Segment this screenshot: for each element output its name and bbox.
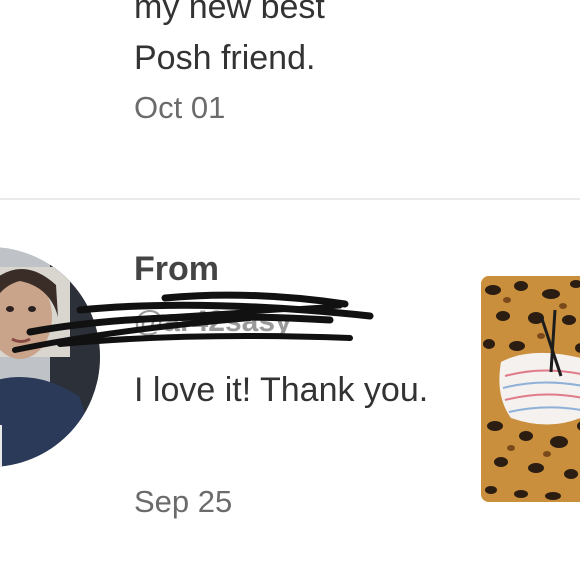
message-date: Sep 25	[134, 484, 233, 519]
messages-screen: my new best Posh friend. Oct 01 From @ar…	[0, 0, 580, 580]
listing-thumbnail[interactable]	[481, 276, 580, 502]
sender-handle[interactable]: @ar42sasy	[134, 304, 292, 340]
message-item[interactable]: my new best Posh friend. Oct 01	[0, 0, 580, 198]
message-text: my new best Posh friend.	[134, 0, 554, 84]
from-label: From	[134, 250, 219, 288]
message-item[interactable]: From @ar42sasy I love it! Thank you. Sep…	[0, 200, 580, 580]
message-text: I love it! Thank you.	[134, 371, 429, 409]
message-text-line: my new best	[134, 0, 325, 26]
avatar-photo	[0, 247, 100, 467]
message-text-line: Posh friend.	[134, 39, 316, 77]
message-date: Oct 01	[134, 90, 226, 125]
listing-photo	[481, 276, 580, 502]
avatar[interactable]	[0, 247, 100, 467]
